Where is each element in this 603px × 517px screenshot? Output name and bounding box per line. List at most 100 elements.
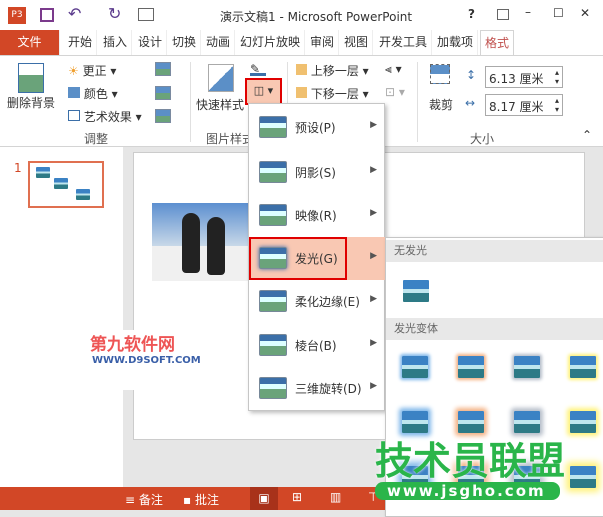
picture-effects-button[interactable]: ◫ ▾ [245,78,282,105]
bring-forward-label: 上移一层 [310,64,359,78]
window-title: 演示文稿1 - Microsoft PowerPoint [220,10,413,24]
app-icon: P3 [8,7,26,24]
divider [417,62,418,142]
reset-picture-icon[interactable] [155,109,171,123]
notes-button[interactable]: ≡ 备注 [125,491,163,508]
maximize-button[interactable]: ☐ [553,6,564,20]
tab-review[interactable]: 审阅 [306,30,340,55]
artistic-label: 艺术效果 [83,110,132,124]
glow-icon [259,247,287,269]
height-field[interactable]: 6.13 厘米 ▴ ▾ [485,66,563,88]
reflection-icon [259,204,287,226]
normal-view-button[interactable]: ▣ [250,487,278,510]
change-picture-icon[interactable] [155,86,171,100]
tab-insert[interactable]: 插入 [99,30,133,55]
slide-thumbnails-pane: 1 [0,147,123,487]
title-bar: P3 ↶ ↻ 演示文稿1 - Microsoft PowerPoint ? – … [0,0,603,30]
ribbon-tabs: 文件 开始 插入 设计 切换 动画 幻灯片放映 审阅 视图 开发工具 加载项 格… [0,30,603,56]
group-label-size: 大小 [470,132,495,146]
corrections-label: 更正 [82,64,107,78]
soft-edges-icon [259,290,287,312]
glow-variation-option[interactable] [514,411,540,433]
glow-variation-option[interactable] [402,356,428,378]
tab-format[interactable]: 格式 [480,30,515,56]
group-label-adjust: 调整 [84,132,109,146]
bring-forward-button[interactable]: 上移一层 ▾ [296,62,369,79]
redo-icon[interactable]: ↻ [108,4,121,23]
crop-icon [430,64,450,84]
sun-icon: ☀ [68,64,79,78]
remove-background-button[interactable]: 删除背景 [7,94,55,111]
glow-variation-option[interactable] [458,411,484,433]
remove-background-icon [18,63,44,93]
color-label: 颜色 [83,87,108,101]
tab-developer[interactable]: 开发工具 [375,30,433,55]
status-bar: ≡ 备注 ▪ 批注 ▣ ⊞ ▥ ⊤ [0,487,385,510]
tab-addins[interactable]: 加载项 [433,30,479,55]
align-button[interactable]: ⫷ ▾ [385,62,402,77]
menu-item-glow[interactable]: 发光(G) ▶ [249,237,385,280]
picture-border-icon[interactable]: ✎ [250,62,266,76]
color-icon [68,87,80,98]
collapse-ribbon-button[interactable]: ⌃ [582,128,592,142]
slide-sorter-button[interactable]: ⊞ [292,490,302,504]
picture-effects-menu: 预设(P) ▶ 阴影(S) ▶ 映像(R) ▶ 发光(G) ▶ 柔化边缘(E) ▶ 棱台(… [248,103,385,411]
glow-variation-option[interactable] [570,356,596,378]
save-icon[interactable] [40,8,54,22]
no-glow-option[interactable] [403,280,429,302]
tab-design[interactable]: 设计 [134,30,168,55]
color-button[interactable]: 颜色 ▾ [68,85,118,102]
height-icon: ↕ [466,68,477,82]
tab-file[interactable]: 文件 [0,30,60,55]
menu-item-preset[interactable]: 预设(P) ▶ [249,106,385,149]
artistic-effects-button[interactable]: 艺术效果 ▾ [68,108,142,125]
bring-forward-icon [296,64,307,75]
menu-item-bevel[interactable]: 棱台(B) ▶ [249,324,385,367]
close-button[interactable]: ✕ [580,6,590,20]
group-button[interactable]: ⊡ ▾ [385,85,405,99]
group-label-picture-styles: 图片样式 [206,132,255,146]
slide-number: 1 [14,161,22,175]
undo-icon[interactable]: ↶ [68,4,81,23]
preset-icon [259,116,287,138]
quick-styles-icon [208,64,234,92]
bevel-icon [259,334,287,356]
glow-variation-option[interactable] [458,356,484,378]
tab-home[interactable]: 开始 [64,30,98,55]
tab-transitions[interactable]: 切换 [168,30,202,55]
3d-rotation-icon [259,377,287,399]
watermark-right: 技术员联盟 www.jsgho.com [375,439,566,500]
penguin-picture[interactable] [152,203,252,281]
send-backward-label: 下移一层 [310,87,359,101]
width-field[interactable]: 8.17 厘米 ▴ ▾ [485,94,563,116]
quick-styles-button[interactable]: 快速样式 [196,96,244,113]
presentation-icon[interactable] [138,8,154,21]
tab-animations[interactable]: 动画 [202,30,236,55]
menu-item-reflection[interactable]: 映像(R) ▶ [249,194,385,237]
no-glow-header: 无发光 [386,240,603,262]
corrections-button[interactable]: ☀ 更正 ▾ [68,62,116,79]
artistic-icon [68,110,80,121]
watermark-left: 第九软件网 WWW.D9SOFT.COM [86,330,206,390]
menu-item-3d-rotation[interactable]: 三维旋转(D) ▶ [249,367,385,410]
shadow-icon [259,161,287,183]
menu-item-soft-edges[interactable]: 柔化边缘(E) ▶ [249,280,385,323]
glow-variation-option[interactable] [514,356,540,378]
tab-view[interactable]: 视图 [340,30,374,55]
ribbon-display-button[interactable] [497,9,509,20]
comments-button[interactable]: ▪ 批注 [183,491,219,508]
help-button[interactable]: ? [468,7,475,21]
width-icon: ↔ [465,96,476,110]
glow-variation-option[interactable] [570,411,596,433]
reading-view-button[interactable]: ▥ [330,490,341,504]
menu-item-shadow[interactable]: 阴影(S) ▶ [249,151,385,194]
glow-variation-option[interactable] [402,411,428,433]
minimize-button[interactable]: – [525,5,531,19]
tab-slideshow[interactable]: 幻灯片放映 [236,30,306,55]
compress-pictures-icon[interactable] [155,62,171,76]
send-backward-icon [296,87,307,98]
slide-thumbnail[interactable] [28,161,104,208]
divider [190,62,191,142]
crop-button[interactable]: 裁剪 [429,96,453,113]
send-backward-button[interactable]: 下移一层 ▾ [296,85,369,102]
